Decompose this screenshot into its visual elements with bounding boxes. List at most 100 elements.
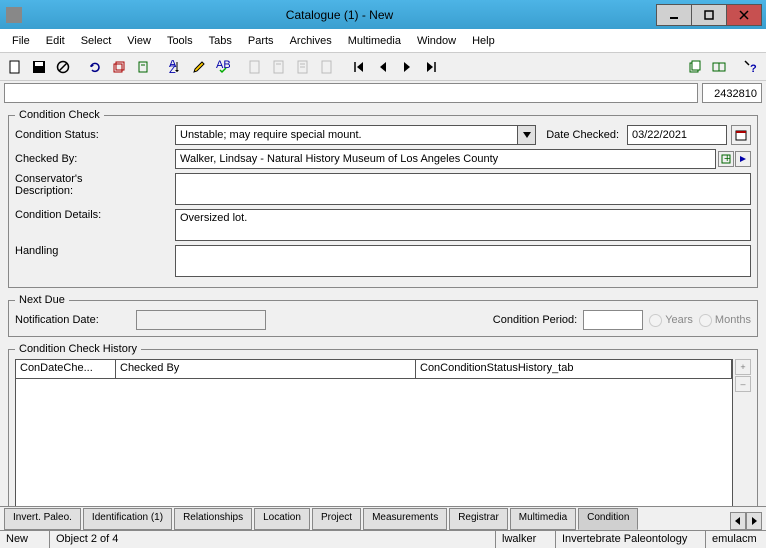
- status-user: lwalker: [496, 531, 556, 548]
- toolbar: AZ ABC ?: [0, 53, 766, 81]
- condition-status-input[interactable]: [175, 125, 518, 145]
- menu-multimedia[interactable]: Multimedia: [340, 31, 409, 51]
- condition-period-label: Condition Period:: [493, 314, 577, 326]
- condition-period-input[interactable]: [583, 310, 643, 330]
- menubar: File Edit Select View Tools Tabs Parts A…: [0, 29, 766, 53]
- maximize-button[interactable]: [691, 4, 727, 26]
- save-icon[interactable]: [28, 56, 50, 78]
- tab-multimedia[interactable]: Multimedia: [510, 508, 576, 530]
- next-due-group: Next Due Notification Date: Condition Pe…: [8, 294, 758, 337]
- nav-last-icon[interactable]: [420, 56, 442, 78]
- page-icon-2[interactable]: [268, 56, 290, 78]
- tab-registrar[interactable]: Registrar: [449, 508, 508, 530]
- tab-identification[interactable]: Identification (1): [83, 508, 172, 530]
- condition-details-label: Condition Details:: [15, 209, 175, 221]
- menu-archives[interactable]: Archives: [282, 31, 340, 51]
- handling-label: Handling: [15, 245, 175, 257]
- record-number: 2432810: [702, 83, 762, 103]
- checked-by-input[interactable]: [175, 149, 716, 169]
- close-button[interactable]: [726, 4, 762, 26]
- history-remove-icon[interactable]: –: [735, 376, 751, 392]
- tab-condition[interactable]: Condition: [578, 508, 638, 530]
- checked-by-label: Checked By:: [15, 153, 175, 165]
- tab-strip: Invert. Paleo. Identification (1) Relati…: [0, 506, 766, 530]
- history-col-checkedby[interactable]: Checked By: [116, 360, 416, 378]
- notification-date-label: Notification Date:: [15, 314, 130, 326]
- page-icon-4[interactable]: [316, 56, 338, 78]
- tab-scroll-left-icon[interactable]: [730, 512, 746, 530]
- svg-text:ABC: ABC: [216, 60, 230, 71]
- edit-icon[interactable]: [188, 56, 210, 78]
- history-body[interactable]: [16, 379, 732, 509]
- related-icon[interactable]: [708, 56, 730, 78]
- date-checked-input[interactable]: [627, 125, 727, 145]
- tab-measurements[interactable]: Measurements: [363, 508, 447, 530]
- help-icon[interactable]: ?: [740, 56, 762, 78]
- tab-relationships[interactable]: Relationships: [174, 508, 252, 530]
- date-checked-label: Date Checked:: [546, 129, 619, 141]
- calendar-icon[interactable]: [731, 125, 751, 145]
- svg-text:Z: Z: [169, 64, 176, 74]
- nav-next-icon[interactable]: [396, 56, 418, 78]
- window-title: Catalogue (1) - New: [22, 8, 657, 22]
- new-icon[interactable]: [4, 56, 26, 78]
- refresh-icon[interactable]: [84, 56, 106, 78]
- spellcheck-icon[interactable]: ABC: [212, 56, 234, 78]
- menu-tools[interactable]: Tools: [159, 31, 201, 51]
- menu-parts[interactable]: Parts: [240, 31, 282, 51]
- notification-date-input[interactable]: [136, 310, 266, 330]
- months-radio[interactable]: Months: [699, 314, 751, 327]
- status-mode: New: [0, 531, 50, 548]
- history-legend: Condition Check History: [15, 343, 141, 355]
- page-icon-1[interactable]: [244, 56, 266, 78]
- svg-text:?: ?: [750, 63, 757, 75]
- next-due-legend: Next Due: [15, 294, 69, 306]
- condition-check-legend: Condition Check: [15, 109, 104, 121]
- checked-by-goto-icon[interactable]: [735, 151, 751, 167]
- nav-first-icon[interactable]: [348, 56, 370, 78]
- history-col-date[interactable]: ConDateChe...: [16, 360, 116, 378]
- history-group: Condition Check History ConDateChe... Ch…: [8, 343, 758, 517]
- history-table[interactable]: ConDateChe... Checked By ConConditionSta…: [15, 359, 733, 510]
- tab-location[interactable]: Location: [254, 508, 310, 530]
- status-position: Object 2 of 4: [50, 531, 496, 548]
- conservator-label: Conservator's Description:: [15, 173, 175, 197]
- tab-scroll-right-icon[interactable]: [746, 512, 762, 530]
- menu-edit[interactable]: Edit: [38, 31, 73, 51]
- condition-status-label: Condition Status:: [15, 129, 175, 141]
- history-col-status[interactable]: ConConditionStatusHistory_tab: [416, 360, 732, 378]
- menu-file[interactable]: File: [4, 31, 38, 51]
- page-icon-3[interactable]: [292, 56, 314, 78]
- app-icon: [6, 7, 22, 23]
- search-input[interactable]: [4, 83, 698, 103]
- menu-help[interactable]: Help: [464, 31, 503, 51]
- history-header: ConDateChe... Checked By ConConditionSta…: [16, 360, 732, 379]
- tab-invert-paleo[interactable]: Invert. Paleo.: [4, 508, 81, 530]
- id-bar: 2432810: [0, 81, 766, 105]
- nav-prev-icon[interactable]: [372, 56, 394, 78]
- tab-project[interactable]: Project: [312, 508, 361, 530]
- condition-details-input[interactable]: Oversized lot.: [175, 209, 751, 241]
- cancel-icon[interactable]: [52, 56, 74, 78]
- ditto-icon[interactable]: [108, 56, 130, 78]
- menu-tabs[interactable]: Tabs: [201, 31, 240, 51]
- menu-window[interactable]: Window: [409, 31, 464, 51]
- condition-check-group: Condition Check Condition Status: Date C…: [8, 109, 758, 288]
- condition-status-dropdown-icon[interactable]: [518, 125, 536, 145]
- attach-icon[interactable]: [132, 56, 154, 78]
- minimize-button[interactable]: [656, 4, 692, 26]
- statusbar: New Object 2 of 4 lwalker Invertebrate P…: [0, 530, 766, 548]
- status-db: emulacm: [706, 531, 766, 548]
- menu-select[interactable]: Select: [73, 31, 120, 51]
- menu-view[interactable]: View: [119, 31, 159, 51]
- window-titlebar: Catalogue (1) - New: [0, 0, 766, 29]
- history-add-icon[interactable]: +: [735, 359, 751, 375]
- sort-icon[interactable]: AZ: [164, 56, 186, 78]
- svg-text:+: +: [724, 154, 730, 164]
- years-radio[interactable]: Years: [649, 314, 693, 327]
- copy-record-icon[interactable]: [684, 56, 706, 78]
- checked-by-lookup-icon[interactable]: +: [718, 151, 734, 167]
- status-dept: Invertebrate Paleontology: [556, 531, 706, 548]
- handling-input[interactable]: [175, 245, 751, 277]
- conservator-input[interactable]: [175, 173, 751, 205]
